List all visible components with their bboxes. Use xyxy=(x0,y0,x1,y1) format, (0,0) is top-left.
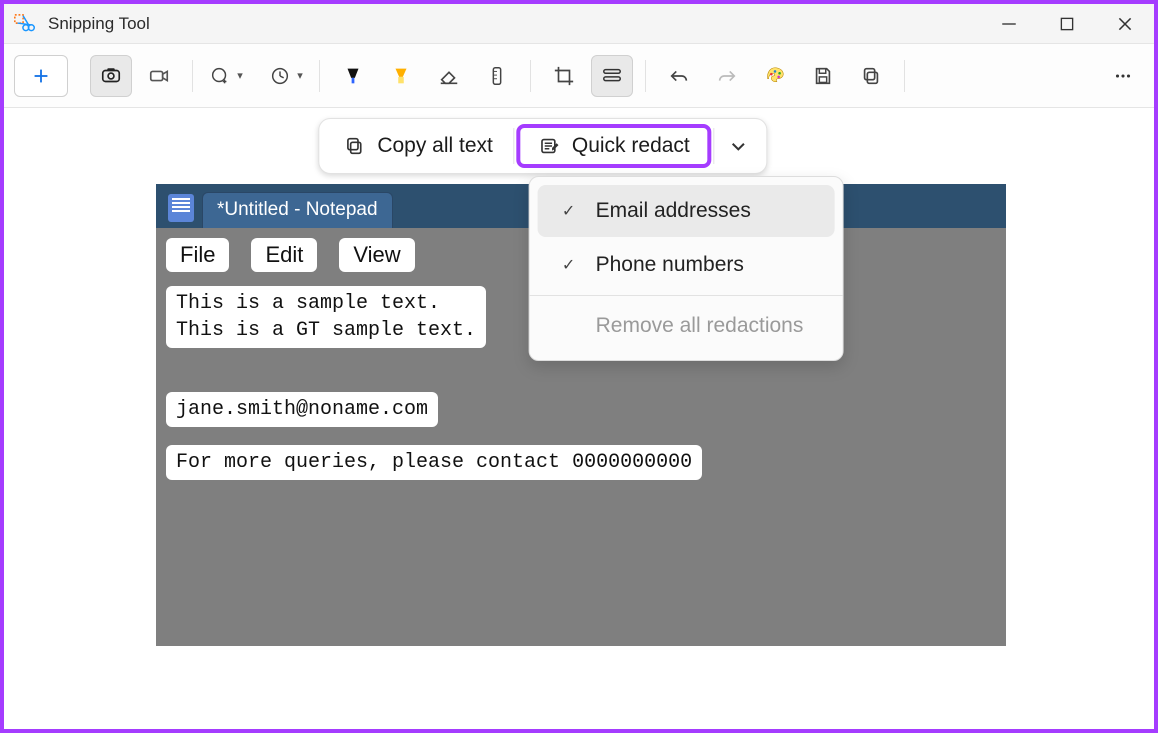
pen-tool-button[interactable] xyxy=(332,55,374,97)
chevron-down-icon xyxy=(730,137,748,155)
content-area: *Untitled - Notepad File Edit View This … xyxy=(4,108,1154,729)
text-line: This is a sample text. xyxy=(176,292,440,315)
edit-in-paint-button[interactable] xyxy=(754,55,796,97)
ruler-tool-button[interactable] xyxy=(476,55,518,97)
quick-redact-dropdown-toggle[interactable] xyxy=(717,124,761,168)
text-line: This is a GT sample text. xyxy=(176,319,476,342)
menu-item-label: Email addresses xyxy=(596,199,751,223)
chevron-down-icon: ▾ xyxy=(297,69,303,82)
check-icon: ✓ xyxy=(560,201,578,221)
chevron-down-icon: ▾ xyxy=(237,69,243,82)
crop-button[interactable] xyxy=(543,55,585,97)
app-window: Snipping Tool ▾ xyxy=(0,0,1158,733)
undo-button[interactable] xyxy=(658,55,700,97)
mode-record-button[interactable] xyxy=(138,55,180,97)
copy-icon xyxy=(343,135,365,157)
separator xyxy=(319,60,320,92)
quick-redact-label: Quick redact xyxy=(572,134,690,158)
menu-separator xyxy=(530,295,843,296)
separator xyxy=(904,60,905,92)
file-menu: File xyxy=(166,238,229,272)
view-menu: View xyxy=(339,238,414,272)
mode-snip-button[interactable] xyxy=(90,55,132,97)
redact-icon xyxy=(538,135,560,157)
highlighter-tool-button[interactable] xyxy=(380,55,422,97)
maximize-button[interactable] xyxy=(1038,4,1096,44)
copy-all-text-label: Copy all text xyxy=(377,134,493,158)
text-actions-bar: Copy all text Quick redact xyxy=(318,118,767,174)
app-icon xyxy=(4,13,44,35)
remove-redactions-item[interactable]: Remove all redactions xyxy=(538,300,835,352)
copy-button[interactable] xyxy=(850,55,892,97)
edit-menu: Edit xyxy=(251,238,317,272)
more-button[interactable] xyxy=(1102,55,1144,97)
redo-button[interactable] xyxy=(706,55,748,97)
app-title: Snipping Tool xyxy=(48,14,150,34)
text-block: jane.smith@noname.com xyxy=(166,392,438,427)
document-icon xyxy=(168,194,194,222)
check-icon: ✓ xyxy=(560,255,578,275)
separator xyxy=(714,128,715,164)
copy-all-text-button[interactable]: Copy all text xyxy=(325,124,511,168)
text-block: For more queries, please contact 0000000… xyxy=(166,445,702,480)
redact-phones-item[interactable]: ✓ Phone numbers xyxy=(538,239,835,291)
separator xyxy=(513,128,514,164)
separator xyxy=(192,60,193,92)
quick-redact-menu: ✓ Email addresses ✓ Phone numbers Remove… xyxy=(529,176,844,361)
menu-item-label: Remove all redactions xyxy=(596,314,804,338)
save-button[interactable] xyxy=(802,55,844,97)
shape-dropdown[interactable]: ▾ xyxy=(205,55,247,97)
separator xyxy=(645,60,646,92)
window-controls xyxy=(980,4,1154,44)
menu-item-label: Phone numbers xyxy=(596,253,744,277)
quick-redact-button[interactable]: Quick redact xyxy=(516,124,712,168)
titlebar: Snipping Tool xyxy=(4,4,1154,44)
minimize-button[interactable] xyxy=(980,4,1038,44)
close-button[interactable] xyxy=(1096,4,1154,44)
delay-dropdown[interactable]: ▾ xyxy=(265,55,307,97)
separator xyxy=(530,60,531,92)
toolbar: ▾ ▾ xyxy=(4,44,1154,108)
text-actions-button[interactable] xyxy=(591,55,633,97)
eraser-tool-button[interactable] xyxy=(428,55,470,97)
new-snip-button[interactable] xyxy=(14,55,68,97)
text-block: This is a sample text. This is a GT samp… xyxy=(166,286,486,348)
notepad-tab: *Untitled - Notepad xyxy=(202,192,393,228)
redact-emails-item[interactable]: ✓ Email addresses xyxy=(538,185,835,237)
